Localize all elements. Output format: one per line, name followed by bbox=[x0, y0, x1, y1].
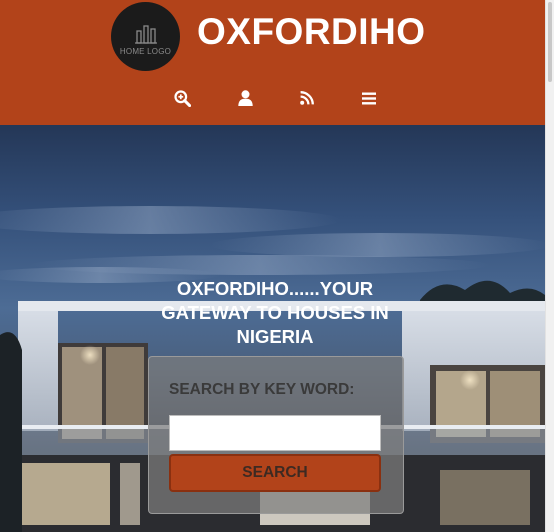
keyword-search-panel: SEARCH BY KEY WORD: SEARCH bbox=[148, 356, 404, 514]
search-label: SEARCH BY KEY WORD: bbox=[169, 381, 355, 398]
main-nav bbox=[0, 86, 545, 110]
page: HOME LOGO OXFORDIHO OXFORDIHO......YOUR … bbox=[0, 0, 554, 532]
hero-tagline: OXFORDIHO......YOUR GATEWAY TO HOUSES IN… bbox=[161, 278, 389, 347]
nav-rss-button[interactable] bbox=[295, 86, 319, 110]
menu-icon bbox=[362, 92, 376, 104]
home-logo[interactable]: HOME LOGO bbox=[111, 2, 180, 71]
search-zoom-icon bbox=[173, 89, 191, 107]
nav-user-button[interactable] bbox=[233, 86, 257, 110]
keyword-search-input[interactable] bbox=[169, 415, 381, 451]
page-scrollbar[interactable] bbox=[545, 0, 554, 532]
site-title[interactable]: OXFORDIHO bbox=[197, 10, 426, 54]
site-header: HOME LOGO OXFORDIHO bbox=[0, 0, 545, 125]
nav-menu-button[interactable] bbox=[357, 86, 381, 110]
search-button[interactable]: SEARCH bbox=[169, 454, 381, 492]
user-icon bbox=[237, 90, 253, 106]
building-logo-icon bbox=[134, 24, 157, 44]
scrollbar-thumb[interactable] bbox=[548, 2, 552, 82]
nav-search-button[interactable] bbox=[170, 86, 194, 110]
rss-icon bbox=[300, 91, 314, 105]
logo-text: HOME LOGO bbox=[119, 46, 172, 56]
hero-section: OXFORDIHO......YOUR GATEWAY TO HOUSES IN… bbox=[0, 125, 545, 532]
